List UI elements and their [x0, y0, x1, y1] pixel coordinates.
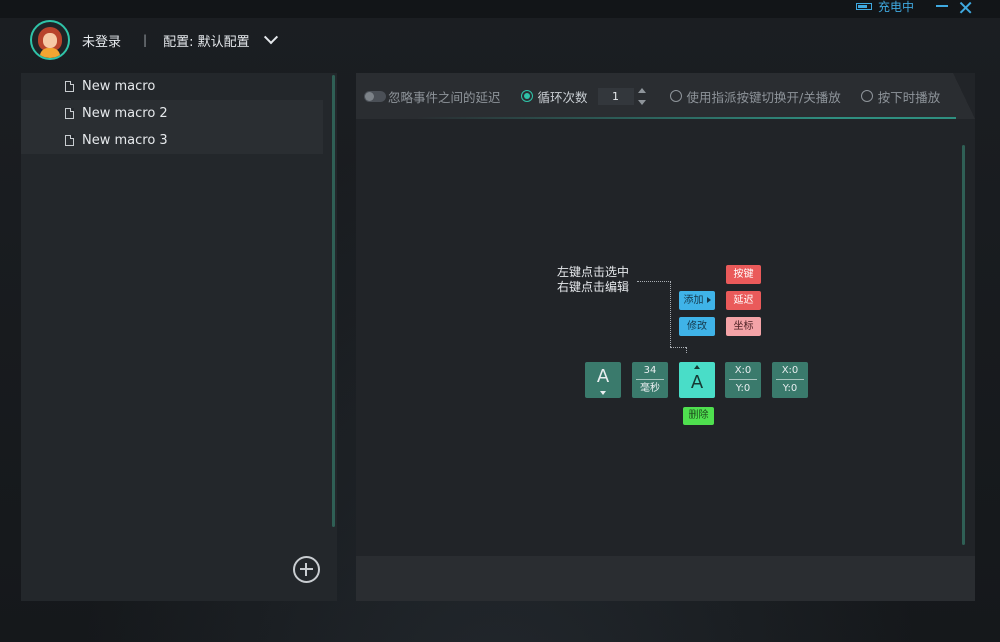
- login-status[interactable]: 未登录: [82, 31, 121, 50]
- bottom-bar: [356, 556, 975, 601]
- macro-list-panel: New macro New macro 2 New macro 3: [21, 73, 337, 601]
- delay-unit: 毫秒: [640, 383, 660, 394]
- file-icon: [65, 135, 74, 146]
- hold-play-radio[interactable]: [860, 90, 873, 102]
- coord-x: X:0: [781, 365, 799, 376]
- toolbar-corner: [953, 73, 975, 119]
- delay-node[interactable]: 34 毫秒: [632, 362, 668, 398]
- arrow-up-icon: [694, 365, 700, 369]
- connector-line: [670, 281, 671, 347]
- header-separator: |: [143, 33, 148, 47]
- scrollbar[interactable]: [332, 75, 335, 527]
- coordinate-node[interactable]: X:0 Y:0: [725, 362, 761, 398]
- edit-event-button[interactable]: 修改: [679, 317, 715, 336]
- node-key-label: A: [690, 372, 704, 393]
- file-icon: [65, 81, 74, 92]
- file-icon: [65, 108, 74, 119]
- list-item[interactable]: New macro: [21, 73, 323, 100]
- connector-line: [670, 347, 686, 348]
- macro-editor-panel: 忽略事件之间的延迟 循环次数 使用指派按键切换开/关播放 按下时播放 左键点击选…: [356, 73, 975, 601]
- delay-value: 34: [643, 365, 657, 376]
- battery-icon: [855, 3, 872, 10]
- loop-radio[interactable]: [520, 90, 533, 102]
- coord-y: Y:0: [782, 383, 798, 394]
- key-up-node[interactable]: A: [679, 362, 715, 398]
- playback-toolbar: 忽略事件之间的延迟 循环次数 使用指派按键切换开/关播放 按下时播放: [356, 73, 975, 119]
- chevron-down-icon[interactable]: [263, 30, 278, 45]
- macro-label: New macro 2: [82, 106, 168, 121]
- coord-y: Y:0: [735, 383, 751, 394]
- arrow-down-icon: [600, 391, 606, 395]
- header: 未登录 | 配置: 默认配置: [30, 20, 278, 60]
- toggle-key-label: 使用指派按键切换开/关播放: [686, 89, 841, 105]
- play-icon: [706, 297, 711, 303]
- ignore-delay-toggle[interactable]: [364, 90, 386, 102]
- status-text: 充电中: [877, 0, 914, 14]
- hint-line-2: 右键点击编辑: [557, 280, 630, 294]
- delete-button[interactable]: 删除: [683, 407, 714, 425]
- hint-line-1: 左键点击选中: [557, 265, 630, 279]
- add-event-label: 添加: [683, 295, 704, 306]
- add-key-button[interactable]: 按键: [726, 265, 761, 284]
- loop-count-stepper[interactable]: [637, 87, 648, 105]
- toolbar-divider: [356, 117, 956, 119]
- node-key-label: A: [596, 366, 610, 387]
- key-down-node[interactable]: A: [585, 362, 621, 398]
- list-item[interactable]: New macro 3: [21, 127, 323, 154]
- coord-x: X:0: [734, 365, 752, 376]
- macro-label: New macro 3: [82, 133, 168, 148]
- coordinate-node[interactable]: X:0 Y:0: [772, 362, 808, 398]
- add-delay-button[interactable]: 延迟: [726, 291, 761, 310]
- loop-count-input[interactable]: [597, 87, 634, 105]
- usage-hint: 左键点击选中 右键点击编辑: [557, 265, 629, 295]
- scrollbar[interactable]: [962, 145, 965, 545]
- connector-line: [686, 347, 687, 353]
- ignore-delay-label: 忽略事件之间的延迟: [388, 89, 501, 105]
- avatar[interactable]: [30, 20, 70, 60]
- close-icon[interactable]: ✕: [957, 0, 974, 20]
- charging-status: 充电中: [855, 0, 914, 15]
- add-macro-button[interactable]: [293, 556, 320, 583]
- hold-play-label: 按下时播放: [877, 89, 941, 105]
- config-label[interactable]: 配置: 默认配置: [163, 31, 250, 50]
- title-bar: 充电中 ✕: [0, 0, 1000, 20]
- add-coordinate-button[interactable]: 坐标: [726, 317, 761, 336]
- macro-label: New macro: [82, 79, 156, 94]
- loop-label: 循环次数: [537, 89, 588, 105]
- connector-line: [637, 281, 671, 282]
- toggle-key-radio[interactable]: [669, 90, 682, 102]
- add-event-button[interactable]: 添加: [679, 291, 715, 310]
- minimize-icon[interactable]: [936, 5, 948, 7]
- list-item[interactable]: New macro 2: [21, 100, 323, 127]
